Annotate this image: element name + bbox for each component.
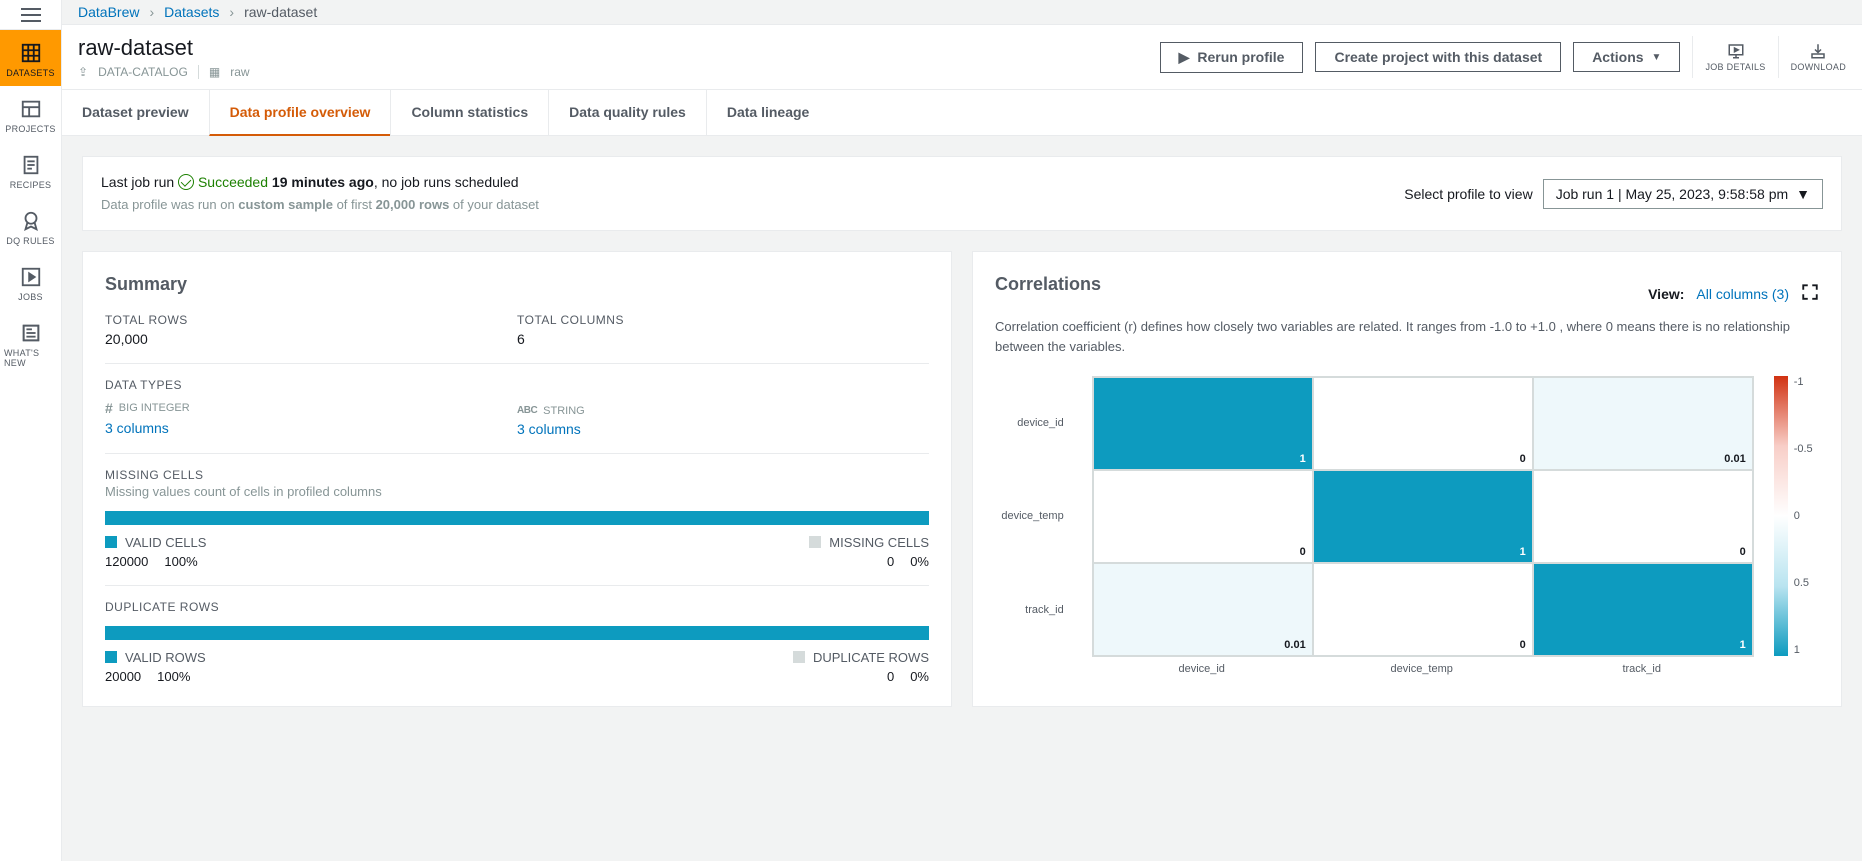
data-types-label: DATA TYPES	[105, 378, 929, 392]
news-icon	[20, 322, 42, 344]
view-label: View:	[1648, 286, 1684, 302]
correlations-description: Correlation coefficient (r) defines how …	[995, 317, 1819, 356]
caret-down-icon: ▼	[1652, 52, 1662, 63]
total-cols-label: TOTAL COLUMNS	[517, 313, 929, 327]
nav-whats-new[interactable]: WHAT'S NEW	[0, 310, 61, 376]
hamburger-icon	[21, 8, 41, 22]
tab-dataset-preview[interactable]: Dataset preview	[62, 90, 209, 135]
profile-select-label: Select profile to view	[1404, 186, 1532, 202]
tab-data-profile-overview[interactable]: Data profile overview	[209, 90, 391, 136]
nav-jobs[interactable]: JOBS	[0, 254, 61, 310]
color-scale: -1 -0.5 0 0.5 1	[1774, 376, 1813, 675]
play-icon	[20, 266, 42, 288]
legend-dup-rows-swatch	[793, 651, 805, 663]
nav-datasets[interactable]: DATASETS	[0, 30, 61, 86]
type-big-integer-label: #BIG INTEGER	[105, 400, 190, 416]
total-rows-value: 20,000	[105, 331, 517, 347]
breadcrumb-current: raw-dataset	[244, 4, 317, 20]
nav-projects[interactable]: PROJECTS	[0, 86, 61, 142]
download-icon	[1809, 42, 1827, 60]
correlation-heatmap: device_id device_temp track_id 1 0 0.01 …	[995, 376, 1819, 675]
view-all-columns-link[interactable]: All columns (3)	[1696, 286, 1789, 302]
duplicate-rows-title: DUPLICATE ROWS	[105, 600, 929, 614]
heatmap-cell: 0.01	[1093, 563, 1313, 656]
heatmap-cell: 1	[1093, 377, 1313, 470]
heatmap-cell: 0	[1313, 563, 1533, 656]
profile-select[interactable]: Job run 1 | May 25, 2023, 9:58:58 pm ▼	[1543, 179, 1823, 209]
page-title: raw-dataset	[78, 35, 250, 61]
missing-cells-sub: Missing values count of cells in profile…	[105, 484, 929, 499]
big-integer-columns-link[interactable]: 3 columns	[105, 420, 517, 436]
breadcrumb: DataBrew › Datasets › raw-dataset	[62, 0, 1862, 24]
correlations-panel: Correlations View: All columns (3) Corre…	[972, 251, 1842, 707]
string-columns-link[interactable]: 3 columns	[517, 421, 929, 437]
nav-dq-rules[interactable]: DQ RULES	[0, 198, 61, 254]
duplicate-rows-bar	[105, 626, 929, 640]
table-icon	[20, 98, 42, 120]
heatmap-cell: 0.01	[1533, 377, 1753, 470]
total-rows-label: TOTAL ROWS	[105, 313, 517, 327]
chevron-right-icon: ›	[229, 4, 234, 20]
tab-data-lineage[interactable]: Data lineage	[706, 90, 829, 135]
expand-icon[interactable]	[1801, 283, 1819, 304]
caret-down-icon: ▼	[1796, 186, 1810, 202]
nav-recipes[interactable]: RECIPES	[0, 142, 61, 198]
legend-valid-rows-swatch	[105, 651, 117, 663]
summary-title: Summary	[105, 274, 929, 295]
create-project-button[interactable]: Create project with this dataset	[1315, 42, 1561, 72]
actions-dropdown[interactable]: Actions ▼	[1573, 42, 1680, 72]
hamburger-menu[interactable]	[0, 0, 61, 30]
job-details-link[interactable]: JOB DETAILS	[1705, 42, 1765, 72]
job-state: Succeeded	[198, 174, 268, 190]
rerun-profile-button[interactable]: ▶ Rerun profile	[1160, 42, 1304, 73]
type-string-label: ABCSTRING	[517, 405, 585, 417]
play-small-icon: ▶	[1179, 49, 1190, 66]
heatmap-cell: 0	[1533, 470, 1753, 563]
heatmap-cell: 0	[1093, 470, 1313, 563]
chevron-right-icon: ›	[149, 4, 154, 20]
badge-icon	[20, 210, 42, 232]
table-small-icon: ▦	[209, 65, 220, 79]
document-icon	[20, 154, 42, 176]
legend-missing-swatch	[809, 536, 821, 548]
left-sidebar: DATASETS PROJECTS RECIPES DQ RULES JOBS	[0, 0, 62, 861]
catalog-name: DATA-CATALOG	[98, 65, 188, 79]
summary-panel: Summary TOTAL ROWS 20,000 TOTAL COLUMNS …	[82, 251, 952, 707]
legend-valid-swatch	[105, 536, 117, 548]
screen-icon	[1727, 42, 1745, 60]
heatmap-cell: 1	[1313, 470, 1533, 563]
page-header: raw-dataset ⇪ DATA-CATALOG ▦ raw ▶ Rerun…	[62, 24, 1862, 90]
breadcrumb-root[interactable]: DataBrew	[78, 4, 139, 20]
download-link[interactable]: DOWNLOAD	[1791, 42, 1846, 72]
correlations-title: Correlations	[995, 274, 1101, 295]
missing-cells-bar	[105, 511, 929, 525]
abc-icon: ABC	[517, 405, 537, 416]
heatmap-cell: 1	[1533, 563, 1753, 656]
tab-data-quality-rules[interactable]: Data quality rules	[548, 90, 706, 135]
grid-icon	[20, 42, 42, 64]
catalog-icon: ⇪	[78, 65, 88, 79]
tab-bar: Dataset preview Data profile overview Co…	[62, 90, 1862, 136]
status-bar: Last job run Succeeded 19 minutes ago, n…	[82, 156, 1842, 231]
heatmap-cell: 0	[1313, 377, 1533, 470]
job-time: 19 minutes ago	[272, 174, 374, 190]
table-name: raw	[230, 65, 249, 79]
tab-column-statistics[interactable]: Column statistics	[390, 90, 548, 135]
hash-icon: #	[105, 400, 113, 416]
check-circle-icon	[178, 174, 194, 190]
breadcrumb-section[interactable]: Datasets	[164, 4, 219, 20]
missing-cells-title: MISSING CELLS	[105, 468, 929, 482]
total-cols-value: 6	[517, 331, 929, 347]
